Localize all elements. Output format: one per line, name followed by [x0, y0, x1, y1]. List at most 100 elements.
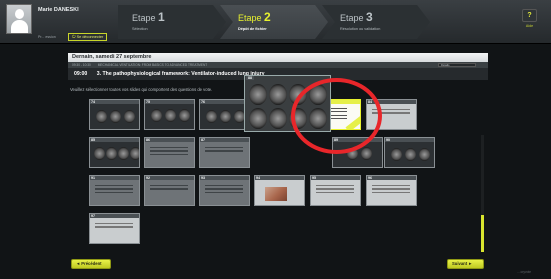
profile-link[interactable]: Pr... ession	[38, 35, 56, 39]
slide-text-lines	[205, 185, 243, 195]
slide-number: 90	[386, 138, 390, 142]
slide-95[interactable]: 95	[310, 175, 361, 206]
help-button[interactable]: ?	[522, 9, 537, 22]
highlight-circle	[291, 78, 382, 154]
step-1-title: Etape 1	[132, 10, 165, 24]
session-details-button[interactable]: Détails	[438, 63, 476, 67]
ct-scan-thumbnail	[405, 148, 416, 161]
slide-87[interactable]: 87	[199, 137, 250, 168]
session-name: MECHANICAL VENTILATION: FROM BASICS TO A…	[97, 63, 208, 67]
ct-scan-thumbnail	[249, 108, 267, 129]
avatar	[6, 4, 32, 34]
app-header: Marie DANESKI Pr... ession ⏻ Se déconnec…	[0, 0, 551, 44]
slide-number: 97	[91, 214, 95, 218]
instruction-text: Veuillez sélectionner toutes vos slides …	[70, 87, 213, 92]
slide-number: 91	[91, 176, 95, 180]
slide-93[interactable]: 93	[199, 175, 250, 206]
talk-title: 3. The pathophysiological framework: Ven…	[96, 71, 265, 77]
slide-number: 76	[201, 100, 205, 104]
slide-header	[255, 176, 304, 180]
ct-scan-thumbnail	[269, 84, 287, 105]
day-header: Dernain, samedi 27 septembre	[68, 53, 488, 62]
slide-header	[90, 100, 139, 104]
previous-button[interactable]: ◄ Précédent	[71, 259, 111, 269]
slide-header	[145, 138, 194, 142]
logout-button[interactable]: ⏻ Se déconnecter	[68, 33, 108, 41]
slide-number: 92	[146, 176, 150, 180]
ct-scan-thumbnail	[249, 84, 267, 105]
slide-86[interactable]: 86	[144, 137, 195, 168]
slide-number: 75	[146, 100, 150, 104]
ct-scan-thumbnail	[118, 147, 129, 160]
step-3-subtitle: Résolution ou validation	[340, 27, 381, 31]
slide-number: 94	[256, 176, 260, 180]
slide-text-lines	[150, 185, 188, 192]
slide-header	[145, 176, 194, 180]
brand-logo: ... oryvote	[517, 270, 531, 274]
user-name: Marie DANESKI	[38, 7, 79, 13]
slide-header	[90, 214, 139, 218]
slide-text-lines	[95, 185, 133, 195]
ct-scan-thumbnail	[206, 110, 217, 123]
slide-74[interactable]: 74	[89, 99, 140, 130]
avatar-head-icon	[15, 9, 24, 19]
slide-number: 74	[91, 100, 95, 104]
talk-time: 09:00	[74, 71, 88, 77]
slide-header	[90, 138, 139, 142]
step-1[interactable]: Etape 1 Sélection	[118, 5, 226, 39]
ct-scan-thumbnail	[96, 110, 107, 123]
slide-number: 87	[201, 138, 205, 142]
ct-scan-thumbnail	[220, 110, 231, 123]
ct-scan-thumbnail	[106, 147, 117, 160]
step-3[interactable]: Etape 3 Résolution ou validation	[322, 5, 430, 39]
slide-header	[385, 138, 434, 142]
slide-75[interactable]: 75	[144, 99, 195, 130]
slide-text-lines	[95, 223, 133, 230]
pathology-photo-thumbnail	[265, 187, 287, 201]
slide-header	[311, 176, 360, 180]
ct-scan-thumbnail	[130, 147, 139, 160]
slide-90[interactable]: 90	[384, 137, 435, 168]
ct-scan-thumbnail	[110, 110, 121, 123]
user-panel: Marie DANESKI Pr... ession ⏻ Se déconnec…	[6, 4, 121, 42]
slide-number: 86	[146, 138, 150, 142]
slide-text-lines	[316, 185, 354, 195]
slide-97[interactable]: 97	[89, 213, 140, 244]
step-2-active[interactable]: Etape 2 Dépôt de fichier	[220, 5, 328, 39]
step-2-subtitle: Dépôt de fichier	[238, 27, 267, 31]
slide-header	[200, 176, 249, 180]
avatar-body-icon	[11, 20, 28, 33]
scrollbar-thumb[interactable]	[481, 215, 484, 252]
step-wizard: Etape 1 Sélection Etape 2 Dépôt de fichi…	[118, 5, 430, 39]
slide-text-lines	[205, 147, 243, 154]
ct-scan-thumbnail	[391, 148, 402, 161]
ct-scan-thumbnail	[165, 109, 176, 122]
slide-number: 96	[368, 176, 372, 180]
ct-scan-thumbnail	[151, 109, 162, 122]
slide-94[interactable]: 94	[254, 175, 305, 206]
slide-85[interactable]: 85	[89, 137, 140, 168]
slide-header	[90, 176, 139, 180]
slide-76[interactable]: 76	[199, 99, 250, 130]
slide-number: 95	[312, 176, 316, 180]
slide-number: 93	[201, 176, 205, 180]
next-button[interactable]: Suivant ►	[447, 259, 484, 269]
slide-91[interactable]: 91	[89, 175, 140, 206]
ct-scan-thumbnail	[419, 148, 430, 161]
step-1-subtitle: Sélection	[132, 27, 148, 31]
slide-header	[367, 176, 416, 180]
ct-scan-thumbnail	[179, 109, 190, 122]
slide-92[interactable]: 92	[144, 175, 195, 206]
slide-96[interactable]: 96	[366, 175, 417, 206]
logout-icon: ⏻	[72, 34, 76, 39]
ct-scan-thumbnail	[124, 110, 135, 123]
step-3-title: Etape 3	[340, 10, 373, 24]
slide-header	[200, 138, 249, 142]
help-label: Aide	[525, 24, 534, 28]
ct-scan-thumbnail	[361, 147, 372, 160]
slide-header	[200, 100, 249, 104]
slide-header	[145, 100, 194, 104]
logout-label: Se déconnecter	[76, 35, 104, 39]
slide-text-lines	[150, 147, 188, 157]
ct-scan-thumbnail	[269, 108, 287, 129]
